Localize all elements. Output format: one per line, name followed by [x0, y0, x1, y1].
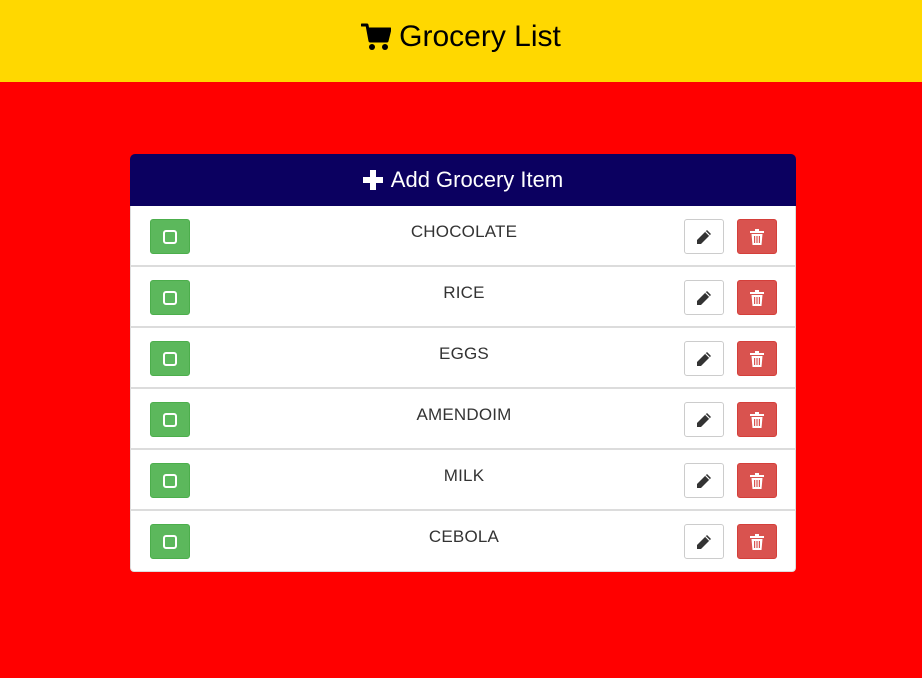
trash-icon	[750, 228, 764, 245]
page-title: Grocery List	[399, 20, 561, 53]
add-grocery-item-label: Add Grocery Item	[390, 167, 564, 192]
header-title-group: Grocery List	[361, 20, 561, 54]
edit-item-button[interactable]	[684, 463, 724, 498]
add-grocery-item-button[interactable]: Add Grocery Item	[130, 154, 796, 206]
delete-item-button[interactable]	[737, 341, 777, 376]
grocery-list: CHOCOLATE RICE EGGS AMENDOIM MILK CEBOLA	[130, 206, 796, 572]
plus-icon	[362, 170, 383, 190]
grocery-panel: Add Grocery Item CHOCOLATE RICE EGGS AME…	[130, 154, 796, 572]
list-item: EGGS	[131, 328, 795, 389]
delete-item-button[interactable]	[737, 524, 777, 559]
pencil-icon	[696, 412, 712, 428]
header-bar: Grocery List	[0, 0, 922, 82]
edit-item-button[interactable]	[684, 402, 724, 437]
edit-item-button[interactable]	[684, 280, 724, 315]
list-item: AMENDOIM	[131, 389, 795, 450]
list-item: RICE	[131, 267, 795, 328]
edit-item-button[interactable]	[684, 341, 724, 376]
pencil-icon	[696, 534, 712, 550]
trash-icon	[750, 533, 764, 550]
pencil-icon	[696, 290, 712, 306]
pencil-icon	[696, 473, 712, 489]
list-item: CHOCOLATE	[131, 206, 795, 267]
pencil-icon	[696, 351, 712, 367]
edit-item-button[interactable]	[684, 524, 724, 559]
trash-icon	[750, 350, 764, 367]
trash-icon	[750, 289, 764, 306]
pencil-icon	[696, 229, 712, 245]
delete-item-button[interactable]	[737, 463, 777, 498]
delete-item-button[interactable]	[737, 280, 777, 315]
delete-item-button[interactable]	[737, 402, 777, 437]
list-item: CEBOLA	[131, 511, 795, 571]
list-item: MILK	[131, 450, 795, 511]
trash-icon	[750, 411, 764, 428]
delete-item-button[interactable]	[737, 219, 777, 254]
shopping-cart-icon	[361, 22, 392, 52]
edit-item-button[interactable]	[684, 219, 724, 254]
trash-icon	[750, 472, 764, 489]
